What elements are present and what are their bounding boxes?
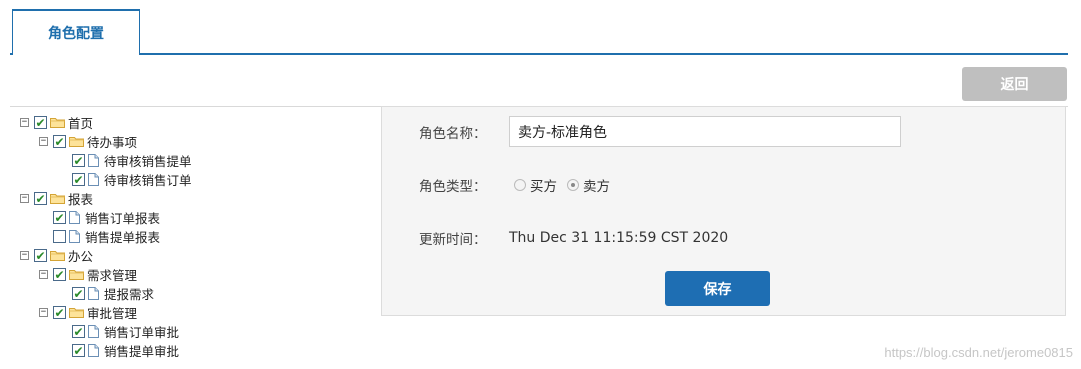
tab-role-config-label: 角色配置 [48, 26, 104, 42]
tree-node[interactable]: − 报表 [20, 189, 380, 208]
tab-role-config[interactable]: 角色配置 [12, 9, 140, 58]
updated-time-label: 更新时间： [419, 232, 487, 248]
tree-node-label[interactable]: 销售订单报表 [85, 208, 160, 227]
document-icon [88, 154, 99, 167]
tree-node[interactable]: − 需求管理 [20, 265, 380, 284]
role-name-row: 角色名称： [382, 116, 1065, 147]
tree-node[interactable]: − 首页 [20, 113, 380, 132]
document-icon [69, 230, 80, 243]
tree-node-checkbox[interactable] [72, 344, 85, 357]
tree-node-label[interactable]: 提报需求 [104, 284, 154, 303]
tree-node[interactable]: − 待办事项 [20, 132, 380, 151]
folder-icon [50, 194, 65, 204]
document-icon [69, 211, 80, 224]
tree-node[interactable]: 销售订单审批 [20, 322, 380, 341]
tree-node-checkbox[interactable] [72, 325, 85, 338]
document-icon [88, 325, 99, 338]
updated-time-value: Thu Dec 31 11:15:59 CST 2020 [509, 230, 729, 246]
tree-node-checkbox[interactable] [34, 192, 47, 205]
watermark: https://blog.csdn.net/jerome0815 [884, 345, 1073, 360]
tree-node-checkbox[interactable] [72, 173, 85, 186]
content-area: − 首页 − 待办事项待审核销售提单待审核销售订单 − 报表销售订单报表销售提单报表 − 办公… [10, 106, 1068, 364]
tree-node-checkbox[interactable] [34, 116, 47, 129]
document-icon [88, 344, 99, 357]
document-icon [88, 173, 99, 186]
folder-icon [69, 308, 84, 318]
tree-node[interactable]: 待审核销售订单 [20, 170, 380, 189]
tree-node-label[interactable]: 办公 [68, 246, 93, 265]
collapse-icon[interactable]: − [39, 137, 48, 146]
tree-node[interactable]: 销售提单审批 [20, 341, 380, 360]
tab-bar: 角色配置 [10, 0, 1068, 58]
tree-node-label[interactable]: 销售提单审批 [104, 341, 179, 360]
tree-node-label[interactable]: 报表 [68, 189, 93, 208]
tree-node-checkbox[interactable] [53, 268, 66, 281]
role-type-radio-group: 买方 卖方 [514, 175, 620, 195]
role-type-seller-label[interactable]: 卖方 [583, 175, 610, 195]
tree-node[interactable]: 提报需求 [20, 284, 380, 303]
collapse-icon[interactable]: − [39, 308, 48, 317]
collapse-icon[interactable]: − [20, 251, 29, 260]
tree-node-checkbox[interactable] [53, 230, 66, 243]
tree-node-label[interactable]: 审批管理 [87, 303, 137, 322]
tree-node[interactable]: − 办公 [20, 246, 380, 265]
updated-time-row: 更新时间： Thu Dec 31 11:15:59 CST 2020 [382, 228, 1065, 248]
collapse-icon[interactable]: − [20, 118, 29, 127]
tree-node-label[interactable]: 待审核销售提单 [104, 151, 192, 170]
tree-node-label[interactable]: 需求管理 [87, 265, 137, 284]
tree-node-label[interactable]: 销售订单审批 [104, 322, 179, 341]
save-button[interactable]: 保存 [665, 271, 770, 306]
folder-icon [50, 118, 65, 128]
tree-node-checkbox[interactable] [34, 249, 47, 262]
tree-node[interactable]: 销售订单报表 [20, 208, 380, 227]
collapse-icon[interactable]: − [20, 194, 29, 203]
back-button[interactable]: 返回 [962, 67, 1067, 101]
folder-icon [50, 251, 65, 261]
role-name-label: 角色名称： [419, 125, 487, 142]
tree-node-label[interactable]: 待审核销售订单 [104, 170, 192, 189]
role-type-buyer-label[interactable]: 买方 [530, 175, 557, 195]
role-type-row: 角色类型： 买方 卖方 [382, 175, 1065, 195]
collapse-icon[interactable]: − [39, 270, 48, 279]
tree-node-checkbox[interactable] [72, 154, 85, 167]
document-icon [88, 287, 99, 300]
role-type-radio-buyer[interactable] [514, 179, 526, 191]
tree-node[interactable]: − 审批管理 [20, 303, 380, 322]
tree-node[interactable]: 销售提单报表 [20, 227, 380, 246]
permission-tree: − 首页 − 待办事项待审核销售提单待审核销售订单 − 报表销售订单报表销售提单报表 − 办公… [20, 113, 380, 360]
tree-node-checkbox[interactable] [72, 287, 85, 300]
folder-icon [69, 270, 84, 280]
tree-node-label[interactable]: 首页 [68, 113, 93, 132]
folder-icon [69, 137, 84, 147]
tree-node-checkbox[interactable] [53, 211, 66, 224]
tree-node[interactable]: 待审核销售提单 [20, 151, 380, 170]
tree-node-checkbox[interactable] [53, 306, 66, 319]
role-type-radio-seller[interactable] [567, 179, 579, 191]
tree-node-checkbox[interactable] [53, 135, 66, 148]
role-type-label: 角色类型： [419, 179, 487, 195]
role-name-input[interactable] [509, 116, 901, 147]
role-form-panel: 角色名称： 角色类型： 买方 卖方 更新时间： Thu Dec 31 11:15… [381, 106, 1066, 316]
tree-node-label[interactable]: 待办事项 [87, 132, 137, 151]
tree-node-label[interactable]: 销售提单报表 [85, 227, 160, 246]
